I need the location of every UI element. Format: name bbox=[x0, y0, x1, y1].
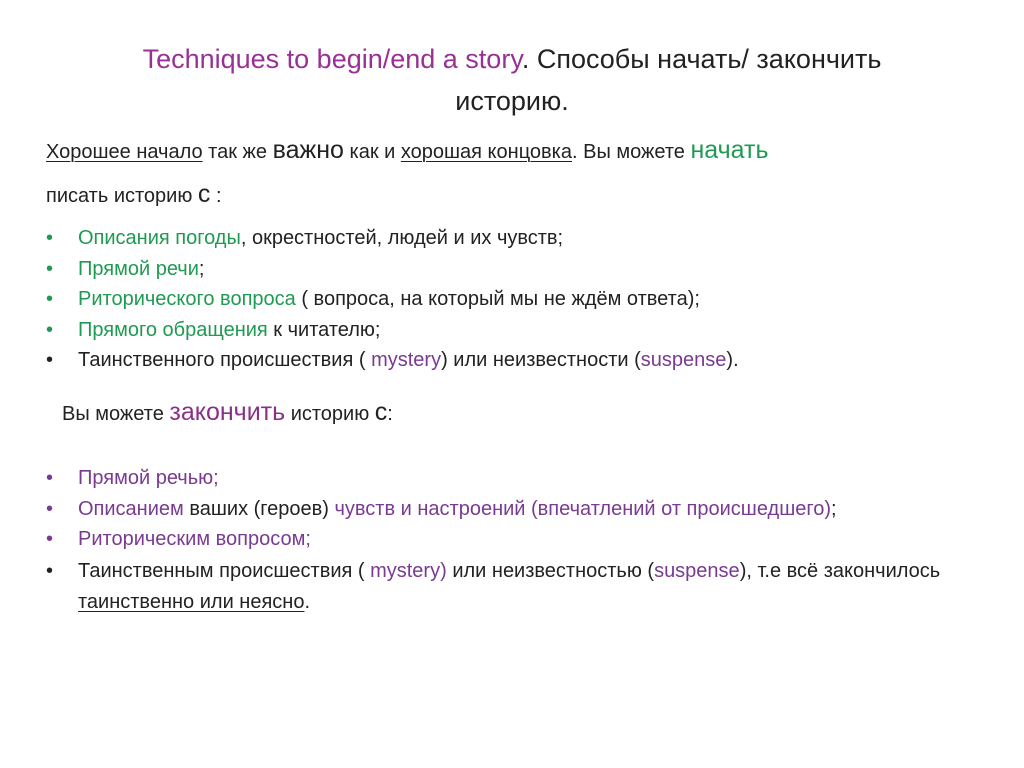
bullet-icon: • bbox=[46, 528, 54, 550]
end-list: • Прямой речью; • Описанием ваших (герое… bbox=[46, 464, 958, 618]
list-item-text: , окрестностей, людей и их чувств; bbox=[240, 227, 564, 249]
end-heading-text: историю bbox=[285, 403, 375, 425]
list-item-text: ). bbox=[726, 349, 739, 371]
title-english: Techniques to begin/end a story bbox=[142, 44, 522, 74]
list-item-highlight: suspense bbox=[640, 349, 727, 371]
list-item-text: ), т.е всё закончилось bbox=[739, 559, 941, 582]
begin-list: • Описания погоды, окрестностей, людей и… bbox=[46, 224, 739, 377]
list-item: • Описанием ваших (героев) чувств и наст… bbox=[46, 495, 958, 526]
intro-good-ending: хорошая концовка bbox=[400, 141, 572, 163]
intro-line-2: писать историю с : bbox=[46, 180, 222, 209]
bullet-icon: • bbox=[46, 497, 54, 520]
end-heading-text: Вы можете bbox=[62, 403, 170, 425]
list-item-text: ; bbox=[831, 497, 837, 520]
list-item: • Таинственного происшествия ( mystery) … bbox=[46, 346, 739, 377]
intro-text: : bbox=[210, 185, 222, 207]
list-item: • Риторического вопроса ( вопроса, на ко… bbox=[46, 285, 739, 316]
intro-important: важно bbox=[272, 136, 344, 164]
list-item-highlight: Описания погоды bbox=[78, 227, 241, 249]
title-russian: . Способы начать/ закончить bbox=[521, 44, 882, 74]
list-item: • Таинственным происшествия ( mystery) и… bbox=[46, 556, 958, 618]
list-item-highlight: Риторическим вопросом; bbox=[78, 528, 311, 550]
list-item-text: ) или неизвестности ( bbox=[441, 349, 641, 371]
end-heading: Вы можете закончить историю с: bbox=[62, 398, 393, 427]
list-item-text: . bbox=[304, 590, 311, 613]
intro-text: . Вы можете bbox=[572, 141, 691, 163]
list-item-text: ; bbox=[198, 257, 205, 280]
list-item: • Прямой речью; bbox=[46, 464, 958, 495]
bullet-icon: • bbox=[46, 318, 54, 341]
list-item-highlight: mystery) bbox=[370, 559, 447, 582]
list-item-text: к читателю; bbox=[267, 318, 381, 341]
list-item-highlight: suspense bbox=[654, 559, 740, 582]
slide: Techniques to begin/end a story. Способы… bbox=[0, 0, 1024, 768]
list-item-text: ваших (героев) bbox=[183, 497, 335, 520]
end-heading-finish: закончить bbox=[169, 398, 286, 426]
list-item-text: Таинственным происшествия ( bbox=[78, 559, 371, 582]
title-russian-line2: историю. bbox=[455, 86, 569, 116]
slide-title: Techniques to begin/end a story. Способы… bbox=[60, 38, 964, 122]
list-item: • Риторическим вопросом; bbox=[46, 525, 958, 556]
list-item-underlined: таинственно или неясно bbox=[78, 590, 305, 613]
list-item-highlight: Прямой речью; bbox=[78, 467, 219, 489]
end-heading-with: с bbox=[374, 398, 388, 426]
list-item-highlight: Описанием bbox=[78, 497, 184, 520]
list-item-text: или неизвестностью ( bbox=[446, 559, 655, 582]
list-item-highlight: Прямой речи bbox=[78, 257, 199, 280]
intro-text: как и bbox=[343, 141, 401, 163]
list-item: • Прямой речи; bbox=[46, 255, 739, 286]
list-item: • Описания погоды, окрестностей, людей и… bbox=[46, 224, 739, 255]
bullet-icon: • bbox=[46, 559, 54, 582]
intro-text: так же bbox=[202, 141, 273, 163]
intro-good-start: Хорошее начало bbox=[46, 141, 203, 163]
bullet-icon: • bbox=[46, 227, 54, 249]
list-item-text: Таинственного происшествия ( bbox=[78, 349, 372, 371]
list-item-highlight: mystery bbox=[371, 349, 442, 371]
intro-begin-word: начать bbox=[690, 136, 769, 164]
bullet-icon: • bbox=[46, 288, 54, 310]
end-heading-text: : bbox=[387, 403, 393, 425]
bullet-icon: • bbox=[46, 349, 54, 371]
list-item-highlight: Прямого обращения bbox=[78, 318, 268, 341]
bullet-icon: • bbox=[46, 467, 54, 489]
intro-line-1: Хорошее начало так же важно как и хороша… bbox=[46, 136, 769, 165]
bullet-icon: • bbox=[46, 257, 54, 280]
list-item-highlight: Риторического вопроса bbox=[78, 288, 296, 310]
list-item-highlight: чувств и настроений (впечатлений от прои… bbox=[334, 497, 832, 520]
list-item: • Прямого обращения к читателю; bbox=[46, 316, 739, 347]
list-item-text: ( вопроса, на который мы не ждём ответа)… bbox=[295, 288, 700, 310]
intro-text: писать историю bbox=[46, 185, 198, 207]
intro-with: с bbox=[197, 180, 211, 208]
